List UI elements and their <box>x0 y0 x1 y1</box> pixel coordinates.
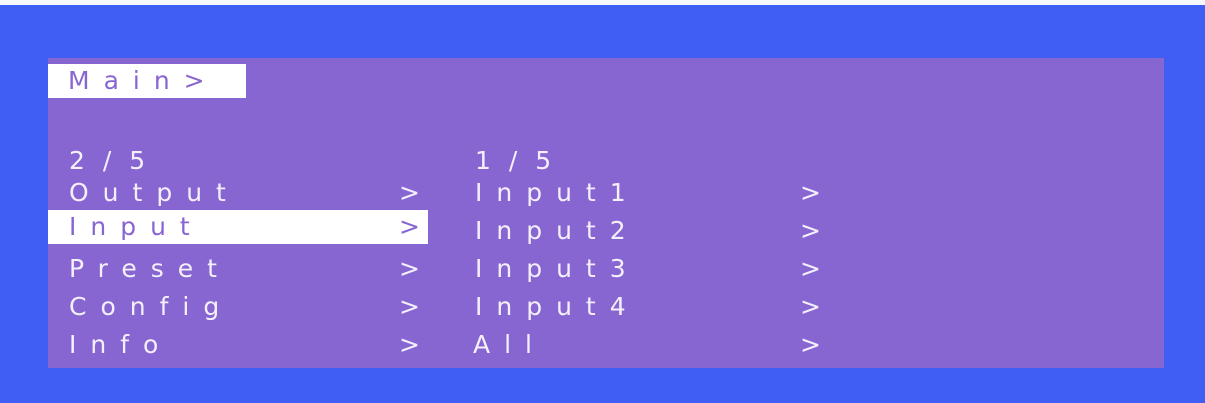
right-menu-label: Input3 <box>475 254 640 283</box>
left-menu-arrow: > <box>399 254 420 283</box>
right-menu-arrow: > <box>800 254 821 283</box>
left-page-indicator: 2 / 5 <box>69 146 151 175</box>
right-menu-arrow: > <box>800 292 821 321</box>
left-menu-label: Preset <box>69 254 231 283</box>
right-menu-arrow: > <box>800 216 821 245</box>
right-menu-arrow: > <box>800 330 821 359</box>
left-menu-label: Info <box>69 330 173 359</box>
right-page-indicator: 1 / 5 <box>475 146 557 175</box>
right-menu-label: Input4 <box>475 292 640 321</box>
lcd-screen: Main> 2 / 5 1 / 5 Output > Input > Prese… <box>48 58 1164 368</box>
left-menu-label: Output <box>69 178 240 207</box>
left-menu-arrow: > <box>399 212 420 241</box>
left-menu-item-input[interactable]: Input > <box>48 210 428 244</box>
left-menu-arrow: > <box>399 292 420 321</box>
right-menu-label: Input1 <box>475 178 640 207</box>
device-frame: Main> 2 / 5 1 / 5 Output > Input > Prese… <box>0 0 1205 403</box>
right-menu-arrow: > <box>800 178 821 207</box>
left-menu-arrow: > <box>399 330 420 359</box>
right-menu-label: Input2 <box>475 216 640 245</box>
screen-title: Main> <box>68 66 219 95</box>
right-menu-label: All <box>473 330 546 359</box>
left-menu-label: Input <box>69 212 204 241</box>
left-menu-arrow: > <box>399 178 420 207</box>
title-highlight: Main> <box>48 64 246 98</box>
left-menu-label: Config <box>69 292 234 321</box>
